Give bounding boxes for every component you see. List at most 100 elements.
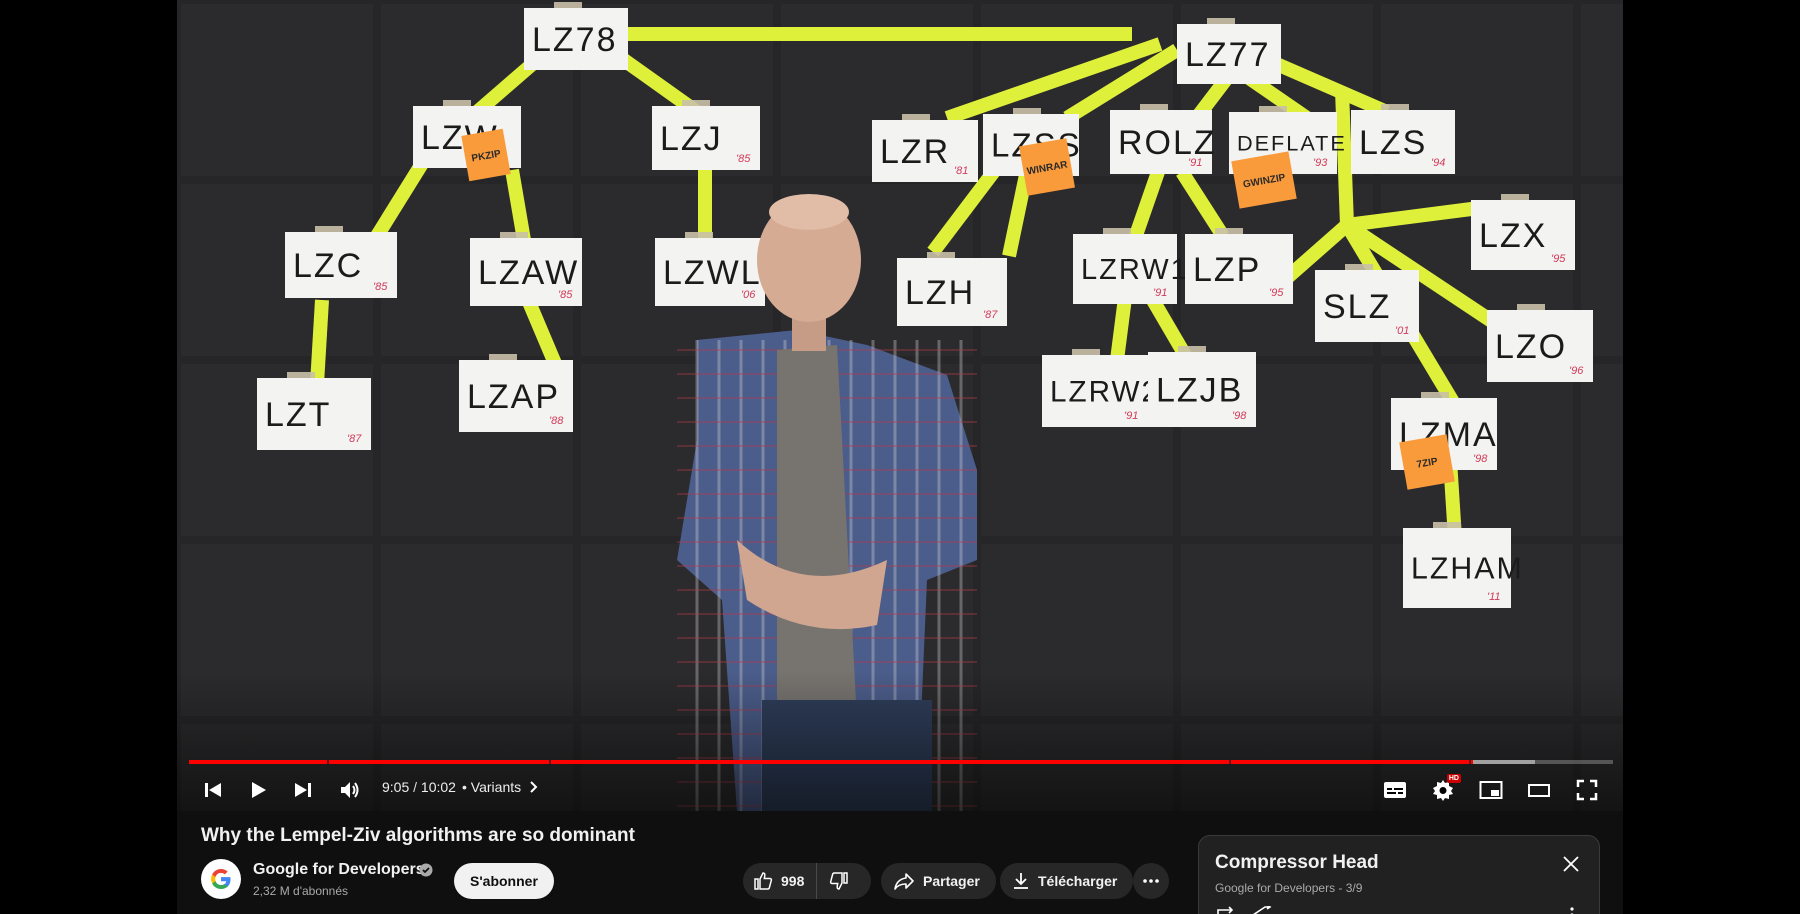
playlist-subtitle: Google for Developers - 3/9 — [1215, 881, 1363, 895]
time-display: 9:05 / 10:02 — [382, 779, 456, 795]
theater-mode-button[interactable] — [1523, 774, 1555, 806]
share-label: Partager — [923, 873, 980, 889]
more-actions-button[interactable] — [1133, 863, 1169, 899]
progress-played — [189, 760, 1474, 764]
note-label: LZHAM — [1411, 553, 1524, 586]
note-label: LZ78 — [532, 21, 618, 59]
share-icon — [894, 873, 914, 890]
note-label: LZJ — [660, 120, 723, 158]
hd-badge: HD — [1446, 774, 1461, 783]
google-logo-icon — [211, 869, 231, 889]
close-icon — [1563, 856, 1579, 872]
note-label: LZS — [1359, 124, 1427, 162]
note-year: '88 — [549, 415, 564, 427]
thumbs-up-icon — [754, 872, 773, 890]
note-label: LZX — [1479, 217, 1547, 255]
dislike-button[interactable] — [817, 863, 861, 899]
note-label: LZH — [905, 274, 975, 312]
tape-connector — [1335, 89, 1354, 226]
whiteboard-note: LZS '94 — [1351, 104, 1455, 174]
loop-icon[interactable] — [1215, 906, 1237, 914]
note-label: LZT — [265, 396, 331, 434]
settings-button[interactable]: HD — [1427, 774, 1461, 806]
note-year: '96 — [1569, 365, 1584, 377]
fullscreen-icon — [1576, 779, 1598, 801]
note-year: '98 — [1232, 410, 1247, 422]
more-vertical-icon[interactable] — [1569, 906, 1575, 914]
more-horizontal-icon — [1143, 879, 1159, 883]
chapter-bullet: • — [462, 779, 467, 795]
note-label: LZAP — [467, 378, 560, 416]
subtitles-button[interactable] — [1379, 774, 1411, 806]
chapter-marker — [1229, 760, 1231, 764]
thumbs-down-icon — [830, 872, 849, 890]
product-tag: GWINZIP — [1231, 151, 1297, 209]
volume-icon — [341, 782, 359, 798]
channel-avatar[interactable] — [201, 859, 241, 899]
playlist-close-button[interactable] — [1557, 850, 1585, 878]
player-controls: 9:05 / 10:02 • Variants HD — [177, 770, 1623, 810]
note-year: '06 — [741, 289, 756, 301]
note-year: '85 — [373, 281, 388, 293]
chapter-marker — [549, 760, 551, 764]
subscribe-button[interactable]: S'abonner — [454, 863, 554, 899]
note-year: '91 — [1188, 157, 1202, 169]
miniplayer-button[interactable] — [1475, 774, 1507, 806]
note-label: LZJB — [1156, 371, 1243, 409]
whiteboard-note: LZRW2 '91 — [1042, 349, 1160, 427]
note-label: LZ77 — [1185, 36, 1271, 74]
note-year: '91 — [1124, 410, 1138, 422]
whiteboard-note: LZWL'06 — [655, 232, 765, 306]
chapter-label: Variants — [470, 779, 522, 795]
playlist-title[interactable]: Compressor Head — [1215, 852, 1379, 874]
tape-connector — [1002, 168, 1034, 258]
note-year: '01 — [1395, 325, 1409, 337]
download-button[interactable]: Télécharger — [1000, 863, 1134, 899]
shuffle-icon[interactable] — [1251, 906, 1273, 914]
whiteboard-note: LZAP'88 — [459, 354, 573, 432]
product-tag: 7ZIP — [1399, 434, 1455, 490]
whiteboard-note: ROLZ'91 — [1110, 104, 1215, 174]
share-button[interactable]: Partager — [881, 863, 996, 899]
whiteboard-note: LZR '81 — [872, 114, 978, 182]
tape-connector — [310, 299, 329, 385]
like-dislike-group: 998 — [743, 863, 871, 899]
chevron-right-icon — [530, 781, 538, 793]
whiteboard-note: LZO'96 — [1487, 304, 1593, 382]
note-label: LZRW1 — [1081, 254, 1189, 286]
next-button[interactable] — [287, 774, 319, 806]
note-year: '87 — [347, 433, 362, 445]
fullscreen-button[interactable] — [1571, 774, 1603, 806]
previous-button[interactable] — [197, 774, 229, 806]
progress-bar[interactable] — [189, 760, 1613, 764]
youtube-watch-page: LZ78LZ77LZWLZJ'85LZR'81LZSSROLZ'91DEFLAT… — [0, 0, 1800, 914]
play-button[interactable] — [242, 774, 274, 806]
whiteboard-note: LZT '87 — [257, 372, 371, 450]
whiteboard-note: LZHAM '11 — [1403, 522, 1524, 608]
skip-previous-icon — [205, 783, 221, 797]
note-label: SLZ — [1323, 288, 1391, 326]
like-button[interactable]: 998 — [743, 863, 818, 899]
download-label: Télécharger — [1038, 873, 1118, 889]
whiteboard-note: LZJB'98 — [1148, 346, 1256, 427]
note-year: '95 — [1269, 287, 1284, 299]
duration: 10:02 — [420, 779, 456, 795]
chapter-button[interactable]: • Variants — [462, 779, 539, 795]
channel-name[interactable]: Google for Developers — [253, 861, 425, 879]
skip-next-icon — [295, 783, 311, 797]
note-label: LZRW2 — [1050, 375, 1160, 408]
whiteboard-note: LZRW1'91 — [1073, 228, 1189, 304]
tape-connector — [1128, 169, 1165, 241]
tape-connector — [927, 165, 1001, 257]
product-tag: WINRAR — [1019, 138, 1075, 196]
note-year: '95 — [1551, 253, 1566, 265]
whiteboard-note: LZJ '85 — [652, 100, 760, 170]
like-count: 998 — [781, 873, 805, 889]
note-year: '11 — [1487, 591, 1501, 603]
note-year: '98 — [1473, 453, 1488, 465]
current-time: 9:05 — [382, 779, 410, 795]
mute-button[interactable] — [334, 774, 366, 806]
tape-connector — [1346, 201, 1480, 232]
whiteboard-note: SLZ '01 — [1315, 264, 1419, 342]
video-player[interactable]: LZ78LZ77LZWLZJ'85LZR'81LZSSROLZ'91DEFLAT… — [177, 0, 1623, 811]
